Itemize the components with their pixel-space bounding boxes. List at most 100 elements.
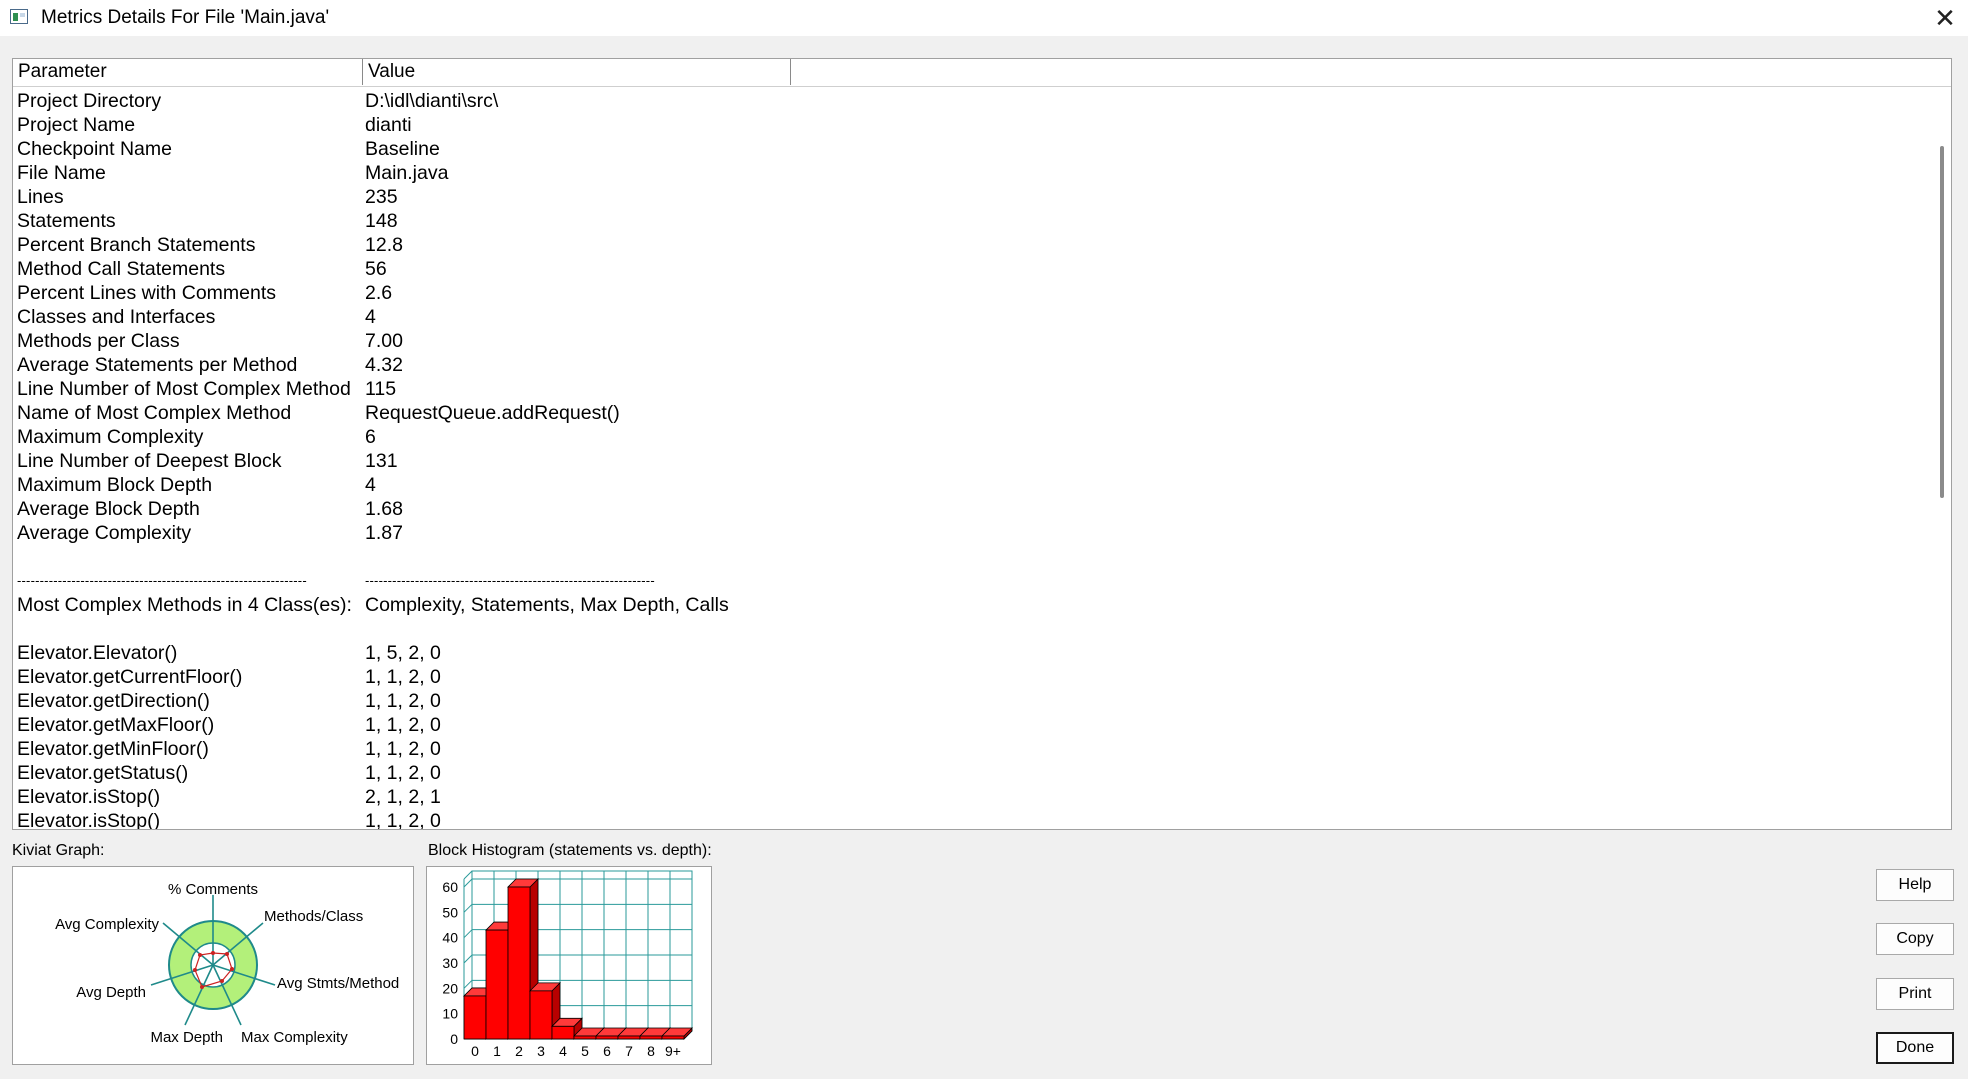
table-row[interactable]: Maximum Complexity 6 bbox=[17, 425, 1897, 449]
value-cell: dianti bbox=[365, 114, 412, 136]
value-cell: 148 bbox=[365, 210, 398, 232]
table-body: Project Directory D:\idl\dianti\src\ Proje… bbox=[17, 89, 1897, 830]
parameter-cell: Project Directory bbox=[17, 90, 162, 112]
histogram-svg: 01020304050600 1 2 3 4 5 6 7 8 9+ bbox=[442, 870, 693, 1059]
value-cell: 2, 1, 2, 1 bbox=[365, 786, 441, 808]
parameter-cell: Elevator.Elevator() bbox=[17, 642, 178, 664]
parameter-cell: Maximum Block Depth bbox=[17, 474, 213, 496]
window-title: Metrics Details For File 'Main.java' bbox=[41, 7, 330, 28]
value-cell: RequestQueue.addRequest() bbox=[365, 402, 620, 424]
kiviat-axis-methods-class: Methods/Class bbox=[264, 908, 363, 925]
table-row[interactable] bbox=[17, 545, 1897, 569]
value-cell: Complexity, Statements, Max Depth, Calls bbox=[365, 594, 729, 616]
table-row[interactable]: Average Complexity 1.87 bbox=[17, 521, 1897, 545]
table-row[interactable]: Classes and Interfaces 4 bbox=[17, 305, 1897, 329]
parameter-cell: Project Name bbox=[17, 114, 136, 136]
column-header-parameter[interactable]: Parameter bbox=[13, 59, 363, 85]
value-cell: 4 bbox=[365, 306, 376, 328]
table-row[interactable]: ----------------------------------------… bbox=[17, 569, 1897, 593]
table-row[interactable]: Project Directory D:\idl\dianti\src\ bbox=[17, 89, 1897, 113]
parameter-cell: Method Call Statements bbox=[17, 258, 226, 280]
value-cell: 4 bbox=[365, 474, 376, 496]
histogram-grid-line bbox=[463, 903, 473, 913]
column-header-value[interactable]: Value bbox=[363, 59, 791, 85]
table-header: Parameter Value bbox=[13, 59, 1951, 87]
table-row[interactable]: Elevator.isStop() 1, 1, 2, 0 bbox=[17, 809, 1897, 830]
x-tick-label: 9+ bbox=[665, 1043, 681, 1059]
x-tick-label: 4 bbox=[559, 1043, 567, 1059]
kiviat-label: Kiviat Graph: bbox=[12, 842, 105, 859]
x-tick-label: 5 bbox=[581, 1043, 589, 1059]
table-row[interactable]: Line Number of Most Complex Method 115 bbox=[17, 377, 1897, 401]
y-tick-label: 10 bbox=[442, 1006, 458, 1022]
y-tick-label: 60 bbox=[442, 879, 458, 895]
value-cell: 1, 1, 2, 0 bbox=[365, 810, 441, 830]
table-row[interactable]: Lines 235 bbox=[17, 185, 1897, 209]
done-button[interactable]: Done bbox=[1876, 1032, 1954, 1064]
histogram-grid-line bbox=[463, 979, 473, 989]
parameter-cell: Line Number of Deepest Block bbox=[17, 450, 282, 472]
table-row[interactable]: Average Block Depth 1.68 bbox=[17, 497, 1897, 521]
x-tick-label: 8 bbox=[647, 1043, 655, 1059]
table-row[interactable]: Elevator.getCurrentFloor() 1, 1, 2, 0 bbox=[17, 665, 1897, 689]
y-tick-label: 0 bbox=[450, 1031, 458, 1047]
value-cell: 2.6 bbox=[365, 282, 393, 304]
value-cell: 7.00 bbox=[365, 330, 403, 352]
app-icon bbox=[10, 9, 28, 24]
parameter-cell: Elevator.isStop() bbox=[17, 786, 161, 808]
x-tick-label: 3 bbox=[537, 1043, 545, 1059]
table-row[interactable]: Average Statements per Method 4.32 bbox=[17, 353, 1897, 377]
table-row[interactable]: Elevator.getMaxFloor() 1, 1, 2, 0 bbox=[17, 713, 1897, 737]
table-row[interactable]: Elevator.getDirection() 1, 1, 2, 0 bbox=[17, 689, 1897, 713]
parameter-cell: Line Number of Most Complex Method bbox=[17, 378, 351, 400]
table-row[interactable]: Project Name dianti bbox=[17, 113, 1897, 137]
kiviat-axis-max-depth: Max Depth bbox=[150, 1029, 223, 1046]
metrics-table[interactable]: Parameter Value Project Directory D:\idl\… bbox=[12, 58, 1952, 830]
vertical-scrollbar[interactable] bbox=[1933, 87, 1951, 829]
table-row[interactable]: Most Complex Methods in 4 Class(es): Comp… bbox=[17, 593, 1897, 617]
parameter-cell: ----------------------------------------… bbox=[17, 573, 307, 588]
table-row[interactable]: Percent Lines with Comments 2.6 bbox=[17, 281, 1897, 305]
table-row[interactable]: Elevator.Elevator() 1, 5, 2, 0 bbox=[17, 641, 1897, 665]
table-row[interactable]: Maximum Block Depth 4 bbox=[17, 473, 1897, 497]
print-button[interactable]: Print bbox=[1876, 978, 1954, 1010]
parameter-cell: Percent Branch Statements bbox=[17, 234, 256, 256]
block-histogram: 0 10 20 30 40 50 60 0 1 2 3 4 5 6 7 8 9+ bbox=[426, 866, 712, 1065]
parameter-cell: Percent Lines with Comments bbox=[17, 282, 277, 304]
value-cell: 1.68 bbox=[365, 498, 403, 520]
table-row[interactable]: Statements 148 bbox=[17, 209, 1897, 233]
y-tick-label: 30 bbox=[442, 955, 458, 971]
table-row[interactable]: Methods per Class 7.00 bbox=[17, 329, 1897, 353]
x-tick-label: 2 bbox=[515, 1043, 523, 1059]
help-button[interactable]: Help bbox=[1876, 869, 1954, 901]
histogram-axis bbox=[463, 870, 473, 880]
parameter-cell: Average Statements per Method bbox=[17, 354, 298, 376]
x-tick-label: 7 bbox=[625, 1043, 633, 1059]
value-cell: Baseline bbox=[365, 138, 440, 160]
table-row[interactable]: Percent Branch Statements 12.8 bbox=[17, 233, 1897, 257]
table-row[interactable]: Checkpoint Name Baseline bbox=[17, 137, 1897, 161]
table-row[interactable]: Elevator.getMinFloor() 1, 1, 2, 0 bbox=[17, 737, 1897, 761]
kiviat-axis-comments: % Comments bbox=[168, 881, 258, 898]
parameter-cell: Lines bbox=[17, 186, 64, 208]
table-row[interactable]: Method Call Statements 56 bbox=[17, 257, 1897, 281]
copy-button[interactable]: Copy bbox=[1876, 923, 1954, 955]
table-row[interactable]: Elevator.isStop() 2, 1, 2, 1 bbox=[17, 785, 1897, 809]
value-cell: 56 bbox=[365, 258, 387, 280]
close-button[interactable]: ✕ bbox=[1922, 0, 1968, 36]
value-cell: 1.87 bbox=[365, 522, 403, 544]
table-row[interactable]: Name of Most Complex Method RequestQueue.… bbox=[17, 401, 1897, 425]
value-cell: ----------------------------------------… bbox=[365, 573, 655, 588]
kiviat-svg: % Comments Methods/Class Avg Stmts/Metho… bbox=[55, 881, 399, 1046]
histogram-grid-line bbox=[463, 954, 473, 964]
table-row[interactable]: Line Number of Deepest Block 131 bbox=[17, 449, 1897, 473]
value-cell: Main.java bbox=[365, 162, 449, 184]
table-row[interactable]: File Name Main.java bbox=[17, 161, 1897, 185]
parameter-cell: Elevator.getMinFloor() bbox=[17, 738, 209, 760]
table-row[interactable]: Elevator.getStatus() 1, 1, 2, 0 bbox=[17, 761, 1897, 785]
parameter-cell: Statements bbox=[17, 210, 116, 232]
parameter-cell: Average Complexity bbox=[17, 522, 192, 544]
table-row[interactable] bbox=[17, 617, 1897, 641]
parameter-cell: Elevator.getCurrentFloor() bbox=[17, 666, 243, 688]
scrollbar-thumb[interactable] bbox=[1940, 146, 1944, 498]
